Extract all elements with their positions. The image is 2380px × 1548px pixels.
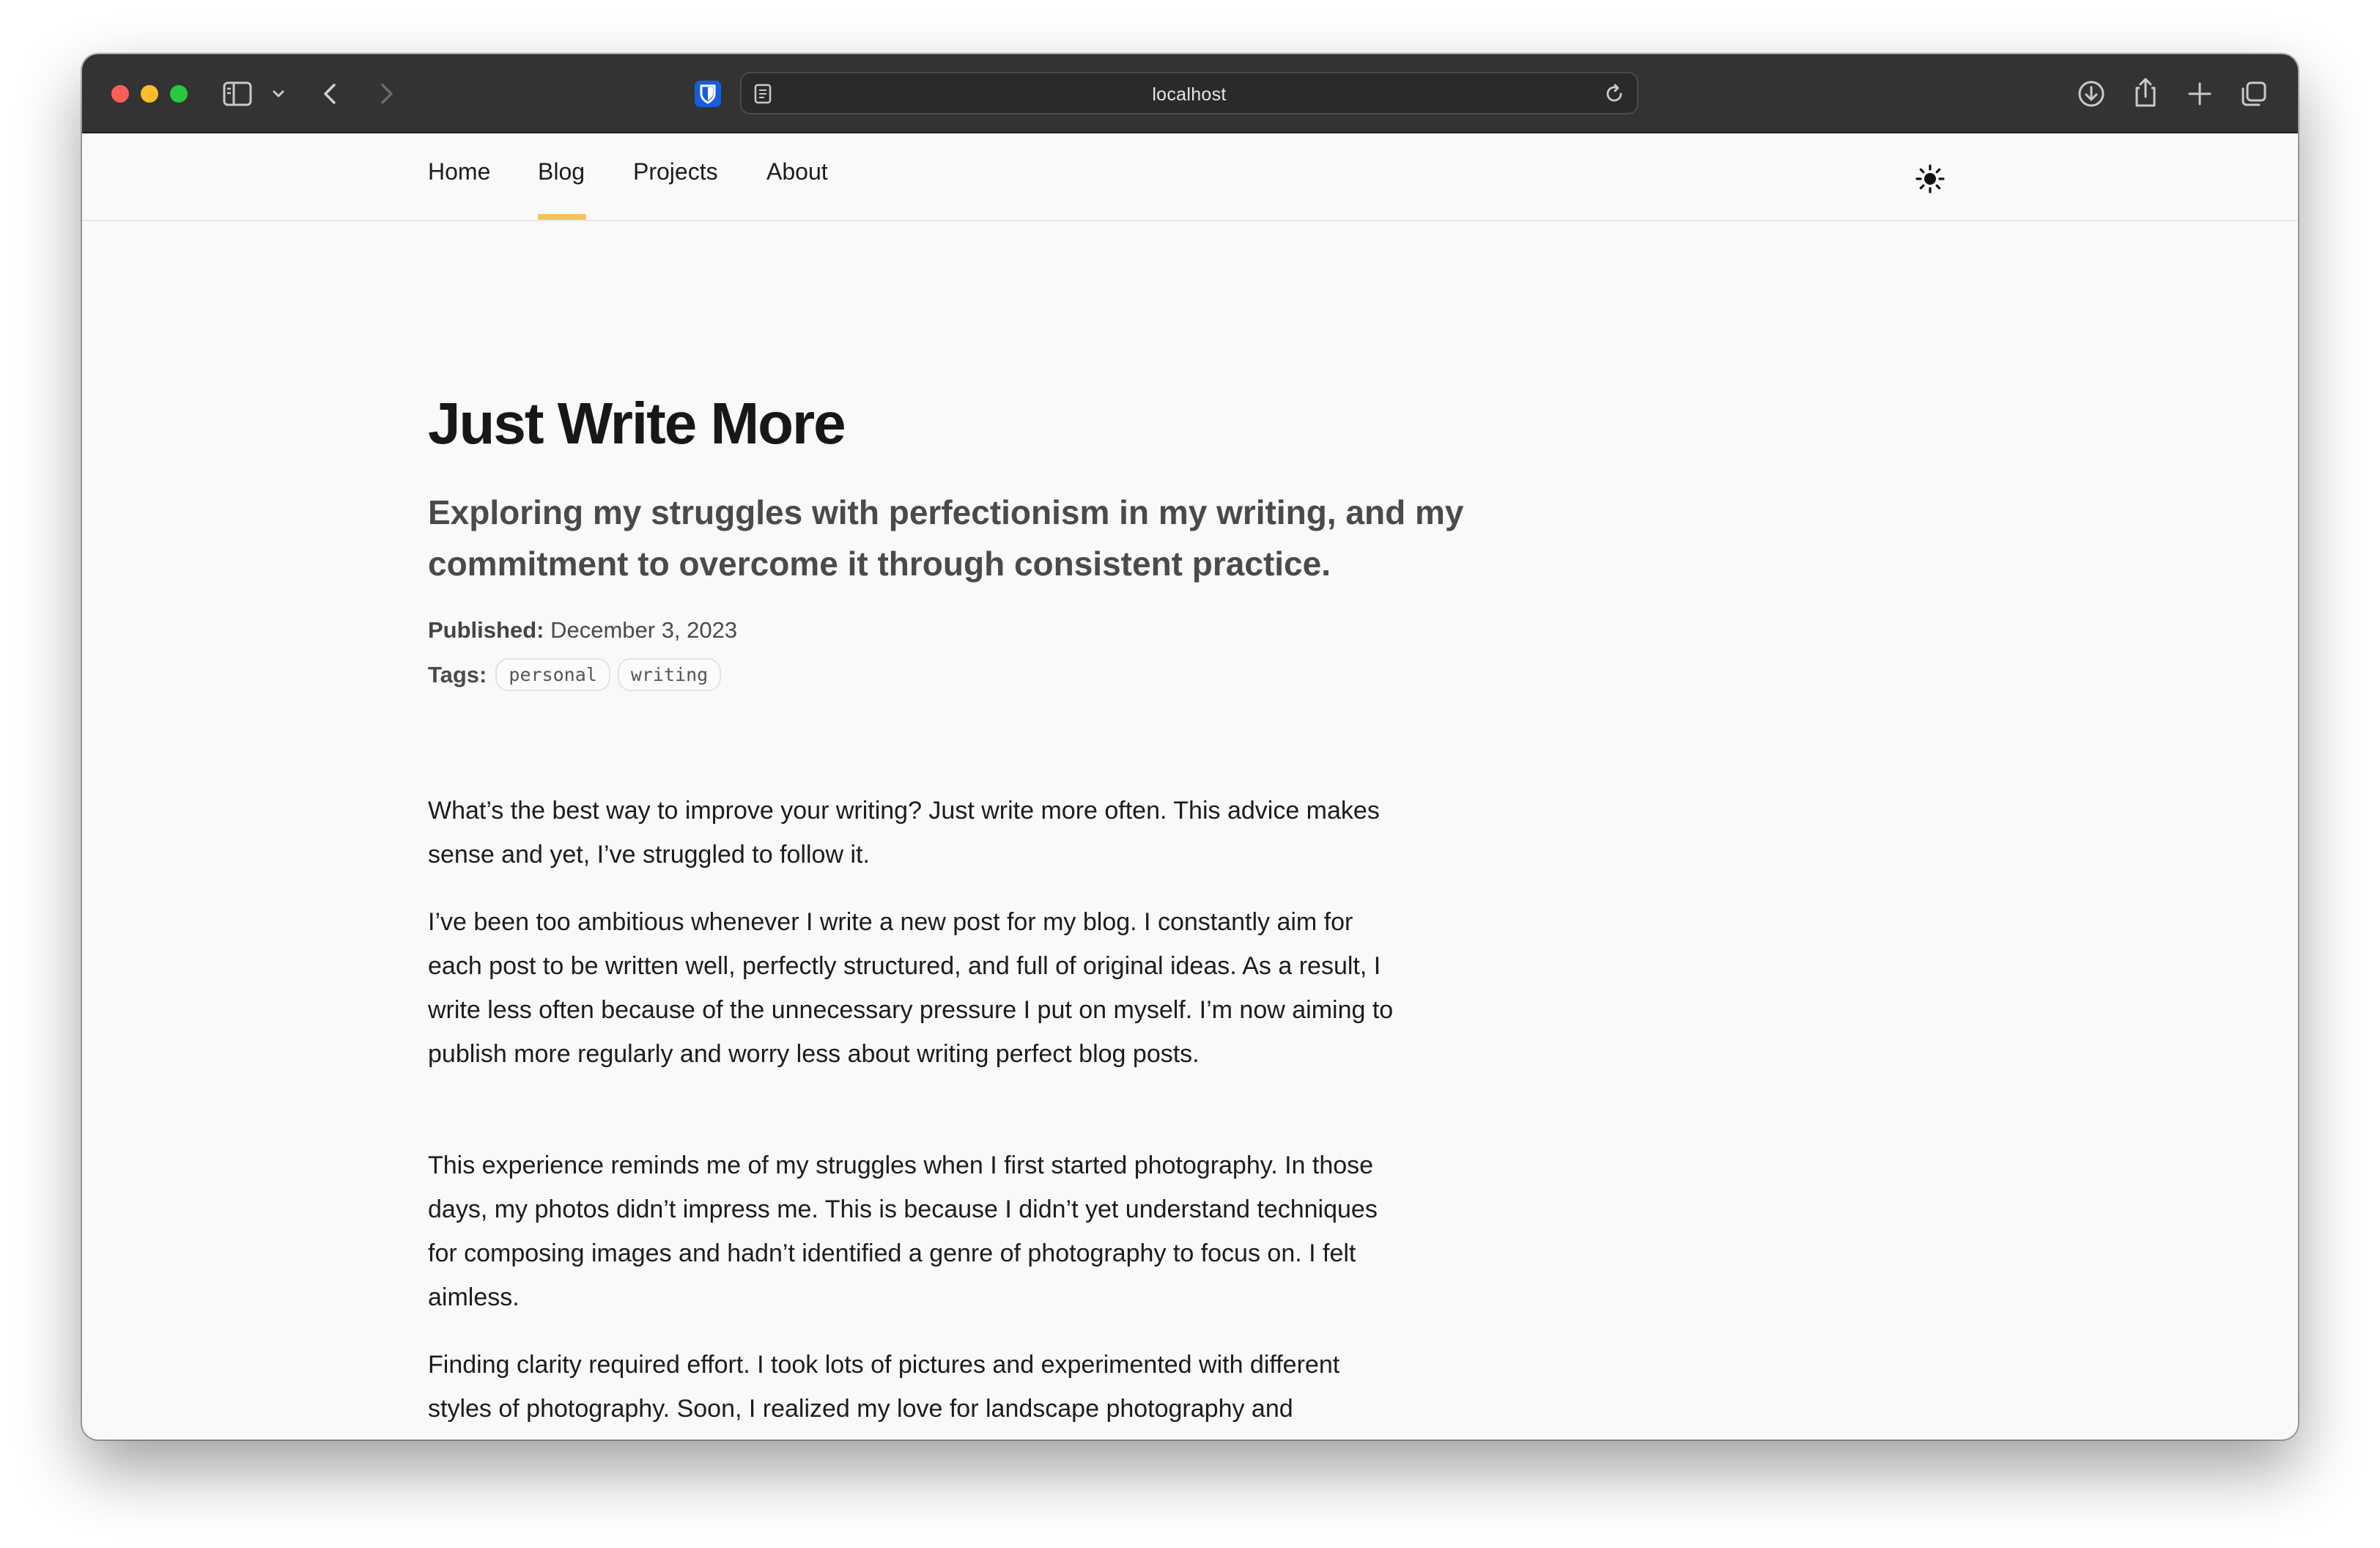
- post-paragraph: This experience reminds me of my struggl…: [428, 1151, 1378, 1311]
- nav-projects[interactable]: Projects: [633, 158, 718, 185]
- back-icon[interactable]: [318, 81, 344, 107]
- browser-window: localhost Home Blog Projects About Just …: [82, 54, 2298, 1440]
- reload-icon[interactable]: [1603, 83, 1625, 105]
- nav-home[interactable]: Home: [428, 158, 490, 185]
- bitwarden-icon[interactable]: [695, 81, 721, 107]
- minimize-window-button[interactable]: [141, 85, 158, 103]
- sidebar-icon[interactable]: [223, 81, 252, 107]
- close-window-button[interactable]: [111, 85, 129, 103]
- zoom-window-button[interactable]: [170, 85, 188, 103]
- tags-label: Tags:: [428, 661, 487, 688]
- active-nav-indicator: [538, 214, 586, 220]
- address-bar[interactable]: localhost: [740, 72, 1638, 114]
- post-paragraph: What’s the best way to improve your writ…: [428, 797, 1380, 869]
- nav-blog[interactable]: Blog: [538, 158, 585, 185]
- plus-icon[interactable]: [2185, 79, 2214, 108]
- tags-meta: Tags: personal writing: [428, 658, 728, 691]
- url-text[interactable]: localhost: [742, 84, 1637, 106]
- download-icon[interactable]: [2077, 79, 2106, 108]
- tag-personal[interactable]: personal: [495, 658, 610, 691]
- published-label: Published:: [428, 617, 544, 643]
- published-meta: Published: December 3, 2023: [428, 617, 737, 644]
- chevron-down-icon[interactable]: [271, 86, 286, 101]
- browser-toolbar: localhost: [82, 54, 2298, 133]
- post-title: Just Write More: [428, 391, 846, 456]
- post-subtitle: Exploring my struggles with perfectionis…: [428, 493, 1464, 583]
- sun-icon[interactable]: [1915, 164, 1945, 197]
- tabs-icon[interactable]: [2239, 79, 2269, 108]
- site-nav: Home Blog Projects About: [82, 133, 2298, 221]
- nav-about[interactable]: About: [766, 158, 828, 185]
- forward-icon[interactable]: [372, 81, 399, 107]
- tag-writing[interactable]: writing: [617, 658, 722, 691]
- post-paragraph: Finding clarity required effort. I took …: [428, 1351, 1340, 1440]
- share-icon[interactable]: [2131, 76, 2160, 108]
- post-paragraph: I’ve been too ambitious whenever I write…: [428, 908, 1394, 1068]
- published-date: December 3, 2023: [550, 617, 738, 643]
